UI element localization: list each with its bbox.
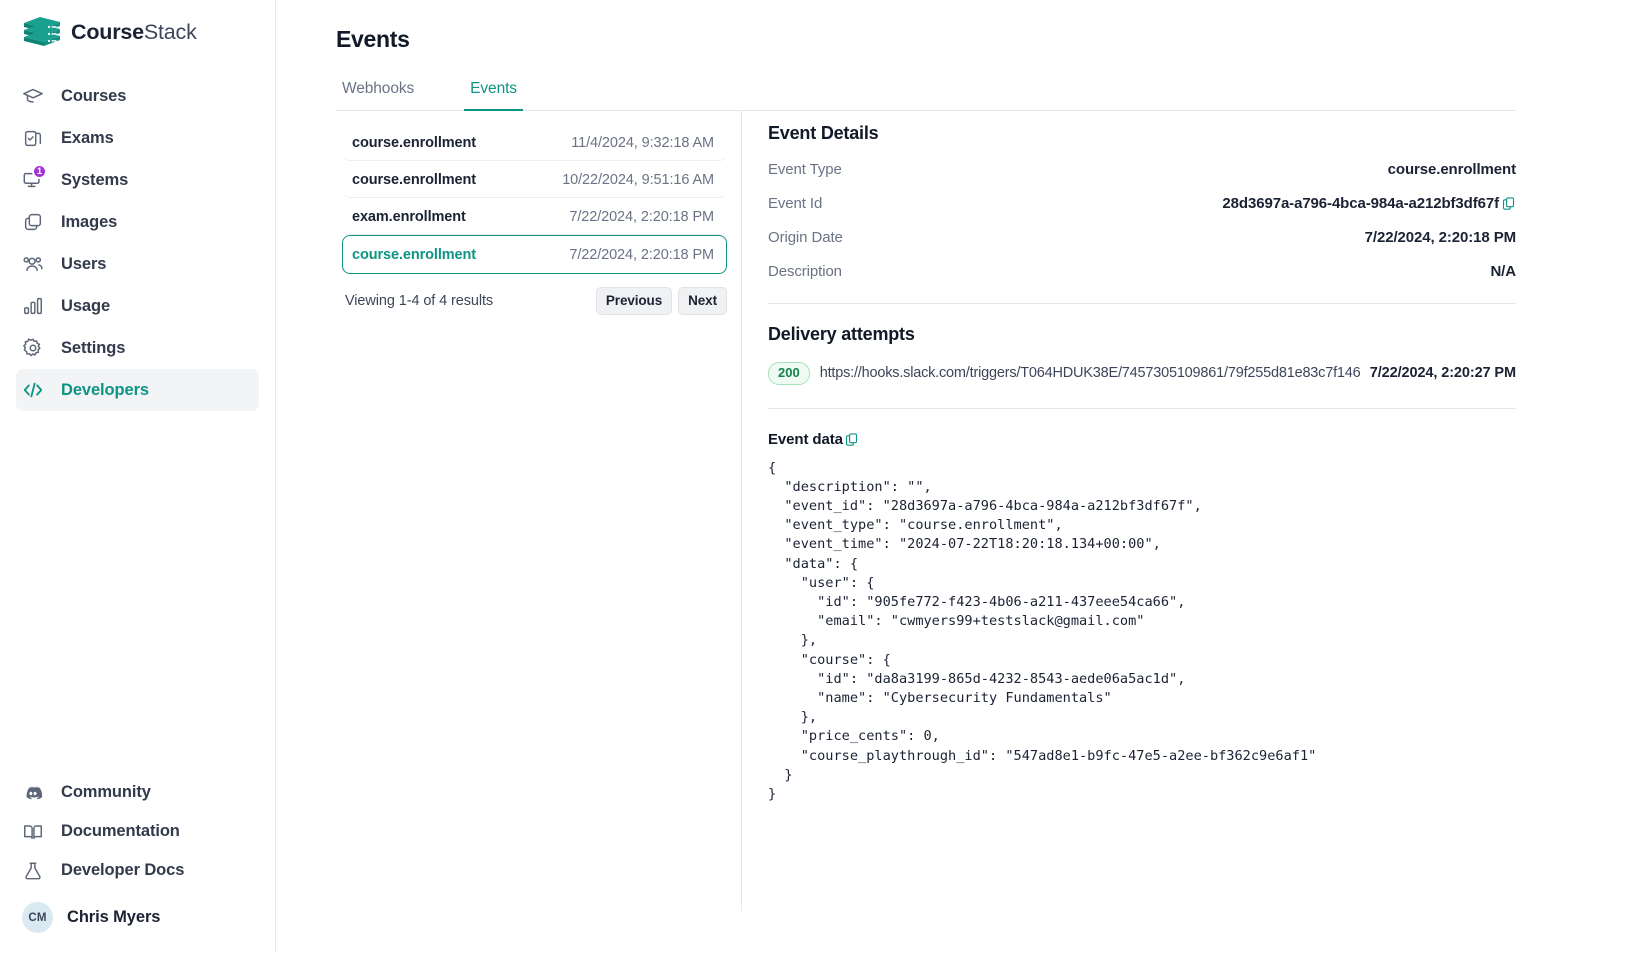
status-badge: 200 (768, 362, 810, 385)
sidebar: CourseStack Courses Exams 1 Systems Imag… (0, 0, 276, 953)
gear-icon (22, 337, 44, 359)
sidebar-item-community[interactable]: Community (16, 773, 259, 812)
sidebar-item-label: Exams (61, 128, 114, 147)
tab-webhooks[interactable]: Webhooks (336, 80, 420, 111)
table-row[interactable]: exam.enrollment 7/22/2024, 2:20:18 PM (342, 198, 727, 235)
sidebar-item-label: Images (61, 212, 118, 231)
event-data-section: Event data { "description": "", "event_i… (768, 431, 1516, 805)
event-details-title: Event Details (768, 123, 879, 143)
sidebar-item-label: Developers (61, 380, 149, 399)
field-event-type: Event Type course.enrollment (768, 161, 1516, 178)
field-value: N/A (1490, 263, 1516, 280)
sidebar-item-label: Settings (61, 338, 126, 357)
events-list-panel: course.enrollment 11/4/2024, 9:32:18 AM … (336, 111, 742, 911)
copy-icon[interactable] (1501, 196, 1516, 211)
graduation-cap-icon (22, 85, 44, 107)
event-name: exam.enrollment (352, 208, 466, 225)
sidebar-item-label: Community (61, 783, 151, 801)
sidebar-item-usage[interactable]: Usage (16, 285, 259, 327)
table-row-selected[interactable]: course.enrollment 7/22/2024, 2:20:18 PM (342, 235, 727, 274)
event-name: course.enrollment (352, 171, 476, 188)
results-count: Viewing 1-4 of 4 results (345, 293, 494, 309)
main-content: Events Webhooks Events course.enrollment… (276, 0, 1626, 953)
copy-icon[interactable] (844, 432, 859, 447)
sidebar-item-systems[interactable]: 1 Systems (16, 159, 259, 201)
discord-icon (22, 782, 44, 804)
delivery-url: https://hooks.slack.com/triggers/T064HDU… (819, 365, 1360, 382)
monitor-icon: 1 (22, 164, 47, 191)
systems-notification-badge: 1 (32, 164, 47, 179)
sidebar-item-label: Courses (61, 86, 127, 105)
event-date: 7/22/2024, 2:20:18 PM (569, 208, 714, 225)
sidebar-item-label: Users (61, 254, 107, 273)
event-details-panel: Event Details Event Type course.enrollme… (742, 111, 1516, 804)
sidebar-item-label: Developer Docs (61, 861, 185, 879)
previous-button[interactable]: Previous (595, 287, 673, 315)
field-value-group: 28d3697a-a796-4bca-984a-a212bf3df67f (1222, 195, 1516, 212)
sidebar-item-label: Usage (61, 296, 111, 315)
code-brackets-icon (22, 379, 44, 401)
events-content: course.enrollment 11/4/2024, 9:32:18 AM … (336, 111, 1516, 911)
page-title: Events (336, 26, 410, 52)
coursestack-logo-icon (22, 15, 62, 49)
sidebar-item-courses[interactable]: Courses (16, 75, 259, 117)
field-origin-date: Origin Date 7/22/2024, 2:20:18 PM (768, 229, 1516, 246)
field-label: Event Id (768, 195, 823, 212)
sidebar-item-developer-docs[interactable]: Developer Docs (16, 851, 259, 890)
field-value: 28d3697a-a796-4bca-984a-a212bf3df67f (1222, 195, 1499, 212)
event-name: course.enrollment (352, 246, 476, 263)
event-data-json: { "description": "", "event_id": "28d369… (768, 459, 1317, 803)
event-data-header: Event data (768, 431, 1516, 448)
avatar: CM (22, 902, 53, 933)
event-date: 7/22/2024, 2:20:18 PM (569, 246, 714, 263)
delivery-attempt-row[interactable]: 200 https://hooks.slack.com/triggers/T06… (768, 362, 1516, 385)
brand-name-bold: Course (71, 19, 144, 44)
delivery-time: 7/22/2024, 2:20:27 PM (1369, 365, 1516, 382)
brand-wordmark: CourseStack (71, 20, 197, 45)
field-label: Event Type (768, 161, 842, 178)
sidebar-item-exams[interactable]: Exams (16, 117, 259, 159)
divider (768, 407, 1516, 409)
list-footer: Viewing 1-4 of 4 results Previous Next (342, 287, 727, 315)
sidebar-item-label: Documentation (61, 822, 180, 840)
event-date: 10/22/2024, 9:51:16 AM (562, 171, 714, 188)
event-date: 11/4/2024, 9:32:18 AM (571, 134, 714, 151)
next-button[interactable]: Next (678, 287, 727, 315)
brand-name-light: Stack (143, 19, 197, 44)
clipboard-check-icon (22, 127, 44, 149)
delivery-attempts-section: Delivery attempts 200 https://hooks.slac… (768, 324, 1516, 385)
brand-logo[interactable]: CourseStack (0, 0, 275, 48)
sidebar-footer: Community Documentation Developer Docs C… (0, 773, 275, 953)
tab-bar: Webhooks Events (336, 80, 1516, 111)
event-data-title: Event data (768, 430, 843, 448)
field-description: Description N/A (768, 263, 1516, 280)
field-value: 7/22/2024, 2:20:18 PM (1364, 229, 1516, 246)
user-name: Chris Myers (67, 908, 161, 926)
divider (768, 303, 1516, 304)
field-value: course.enrollment (1387, 161, 1516, 178)
primary-nav: Courses Exams 1 Systems Images Users Usa… (0, 75, 275, 411)
tab-events[interactable]: Events (464, 80, 523, 111)
field-event-id: Event Id 28d3697a-a796-4bca-984a-a212bf3… (768, 195, 1516, 212)
sidebar-item-label: Systems (61, 170, 129, 189)
copy-layers-icon (22, 211, 44, 233)
field-label: Description (768, 263, 842, 280)
sidebar-item-settings[interactable]: Settings (16, 327, 259, 369)
app-root: CourseStack Courses Exams 1 Systems Imag… (0, 0, 1626, 953)
flask-icon (22, 860, 44, 882)
book-icon (22, 821, 44, 843)
users-icon (22, 253, 44, 275)
bar-chart-icon (22, 295, 44, 317)
pagination: Previous Next (595, 287, 727, 315)
sidebar-item-users[interactable]: Users (16, 243, 259, 285)
sidebar-item-images[interactable]: Images (16, 201, 259, 243)
delivery-attempts-title: Delivery attempts (768, 324, 915, 344)
table-row[interactable]: course.enrollment 10/22/2024, 9:51:16 AM (342, 161, 727, 198)
table-row[interactable]: course.enrollment 11/4/2024, 9:32:18 AM (342, 124, 727, 161)
sidebar-item-developers[interactable]: Developers (16, 369, 259, 411)
event-name: course.enrollment (352, 134, 476, 151)
user-profile[interactable]: CM Chris Myers (16, 890, 259, 939)
field-label: Origin Date (768, 229, 843, 246)
sidebar-item-documentation[interactable]: Documentation (16, 812, 259, 851)
